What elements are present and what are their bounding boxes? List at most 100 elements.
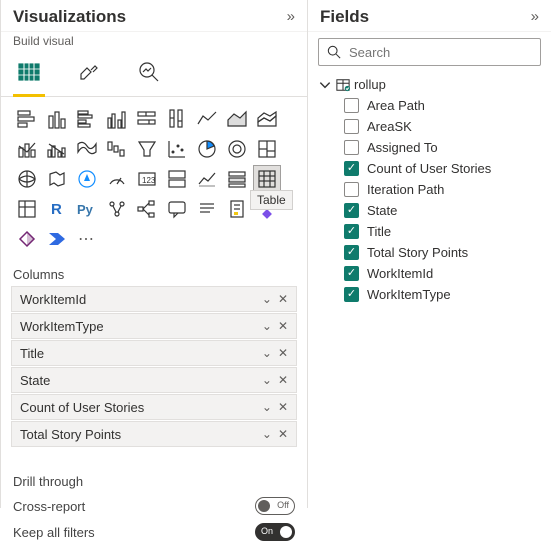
column-well-item[interactable]: Total Story Points⌄✕ <box>11 421 297 447</box>
viz-slicer[interactable] <box>223 165 251 193</box>
field-checkbox[interactable] <box>344 203 359 218</box>
columns-field-well: WorkItemId⌄✕WorkItemType⌄✕Title⌄✕State⌄✕… <box>1 286 307 454</box>
svg-text:R: R <box>51 201 62 218</box>
svg-text:Py: Py <box>77 202 94 217</box>
field-checkbox[interactable] <box>344 245 359 260</box>
viz-power-apps[interactable] <box>13 225 41 253</box>
chevron-down-icon[interactable]: ⌄ <box>260 427 274 441</box>
viz-pie[interactable] <box>193 135 221 163</box>
field-label: Iteration Path <box>367 182 444 197</box>
viz-stacked-column[interactable] <box>43 105 71 133</box>
viz-azure-map[interactable] <box>73 165 101 193</box>
viz-matrix[interactable] <box>13 195 41 223</box>
chevron-down-icon[interactable]: ⌄ <box>260 400 274 414</box>
remove-icon[interactable]: ✕ <box>276 346 290 360</box>
svg-text:123: 123 <box>142 176 156 185</box>
viz-decomposition-tree[interactable] <box>133 195 161 223</box>
viz-ribbon[interactable] <box>73 135 101 163</box>
viz-more[interactable]: ⋯ <box>73 225 101 253</box>
column-name: WorkItemId <box>20 292 86 307</box>
viz-line[interactable] <box>193 105 221 133</box>
chevron-down-icon[interactable]: ⌄ <box>260 373 274 387</box>
field-checkbox[interactable] <box>344 182 359 197</box>
collapse-visualizations-icon[interactable]: » <box>285 6 297 27</box>
field-label: Count of User Stories <box>367 161 491 176</box>
search-input[interactable] <box>347 44 532 61</box>
viz-multi-row-card[interactable] <box>163 165 191 193</box>
field-label: WorkItemId <box>367 266 433 281</box>
remove-icon[interactable]: ✕ <box>276 400 290 414</box>
viz-map[interactable] <box>13 165 41 193</box>
viz-100-stacked-column[interactable] <box>163 105 191 133</box>
cross-report-toggle[interactable]: Off <box>255 497 295 515</box>
viz-kpi[interactable] <box>193 165 221 193</box>
viz-key-influencers[interactable] <box>103 195 131 223</box>
viz-filled-map[interactable] <box>43 165 71 193</box>
viz-waterfall[interactable] <box>103 135 131 163</box>
field-checkbox[interactable] <box>344 287 359 302</box>
remove-icon[interactable]: ✕ <box>276 292 290 306</box>
search-icon <box>327 45 341 59</box>
viz-table[interactable]: Table <box>253 165 281 193</box>
visualization-gallery: 123 Table R Py ⋯ <box>1 97 307 263</box>
column-well-item[interactable]: State ⌄✕ <box>11 367 297 393</box>
field-checkbox[interactable] <box>344 119 359 134</box>
keep-all-filters-toggle[interactable]: On <box>255 523 295 541</box>
viz-py-visual[interactable]: Py <box>73 195 101 223</box>
viz-line-clustered-column[interactable] <box>43 135 71 163</box>
tab-analytics[interactable] <box>133 54 165 96</box>
drill-through-label: Drill through <box>1 470 307 493</box>
viz-r-visual[interactable]: R <box>43 195 71 223</box>
viz-treemap[interactable] <box>253 135 281 163</box>
column-well-item[interactable]: WorkItemId ⌄✕ <box>11 286 297 312</box>
field-item[interactable]: Area Path <box>318 95 551 116</box>
viz-area[interactable] <box>223 105 251 133</box>
viz-stacked-bar[interactable] <box>13 105 41 133</box>
build-visual-label: Build visual <box>1 32 307 48</box>
remove-icon[interactable]: ✕ <box>276 373 290 387</box>
viz-gauge[interactable] <box>103 165 131 193</box>
viz-power-automate[interactable] <box>43 225 71 253</box>
viz-100-stacked-bar[interactable] <box>133 105 161 133</box>
field-item[interactable]: Iteration Path <box>318 179 551 200</box>
field-item[interactable]: Assigned To <box>318 137 551 158</box>
field-item[interactable]: Total Story Points <box>318 242 551 263</box>
column-well-item[interactable]: WorkItemType ⌄✕ <box>11 313 297 339</box>
column-well-item[interactable]: Count of User Stories⌄✕ <box>11 394 297 420</box>
viz-paginated[interactable] <box>223 195 251 223</box>
column-name: State <box>20 373 50 388</box>
field-item[interactable]: State <box>318 200 551 221</box>
field-checkbox[interactable] <box>344 161 359 176</box>
collapse-fields-icon[interactable]: » <box>529 6 541 27</box>
viz-funnel[interactable] <box>133 135 161 163</box>
viz-clustered-bar[interactable] <box>73 105 101 133</box>
field-item[interactable]: AreaSK <box>318 116 551 137</box>
remove-icon[interactable]: ✕ <box>276 427 290 441</box>
field-item[interactable]: Count of User Stories <box>318 158 551 179</box>
viz-clustered-column[interactable] <box>103 105 131 133</box>
viz-narrative[interactable] <box>193 195 221 223</box>
field-checkbox[interactable] <box>344 98 359 113</box>
viz-qa[interactable] <box>163 195 191 223</box>
column-well-item[interactable]: Title⌄✕ <box>11 340 297 366</box>
tab-format-visual[interactable] <box>73 54 105 96</box>
chevron-down-icon[interactable]: ⌄ <box>260 292 274 306</box>
search-field[interactable] <box>318 38 541 66</box>
viz-line-stacked-column[interactable] <box>13 135 41 163</box>
viz-stacked-area[interactable] <box>253 105 281 133</box>
viz-donut[interactable] <box>223 135 251 163</box>
field-item[interactable]: Title <box>318 221 551 242</box>
chevron-down-icon[interactable]: ⌄ <box>260 319 274 333</box>
field-checkbox[interactable] <box>344 224 359 239</box>
field-item[interactable]: WorkItemId <box>318 263 551 284</box>
table-rollup[interactable]: rollup <box>318 74 551 95</box>
viz-scatter[interactable] <box>163 135 191 163</box>
viz-card[interactable]: 123 <box>133 165 161 193</box>
remove-icon[interactable]: ✕ <box>276 319 290 333</box>
tab-build-visual[interactable] <box>13 54 45 97</box>
chevron-down-icon[interactable]: ⌄ <box>260 346 274 360</box>
column-name: WorkItemType <box>20 319 104 334</box>
field-checkbox[interactable] <box>344 140 359 155</box>
field-item[interactable]: WorkItemType <box>318 284 551 305</box>
field-checkbox[interactable] <box>344 266 359 281</box>
